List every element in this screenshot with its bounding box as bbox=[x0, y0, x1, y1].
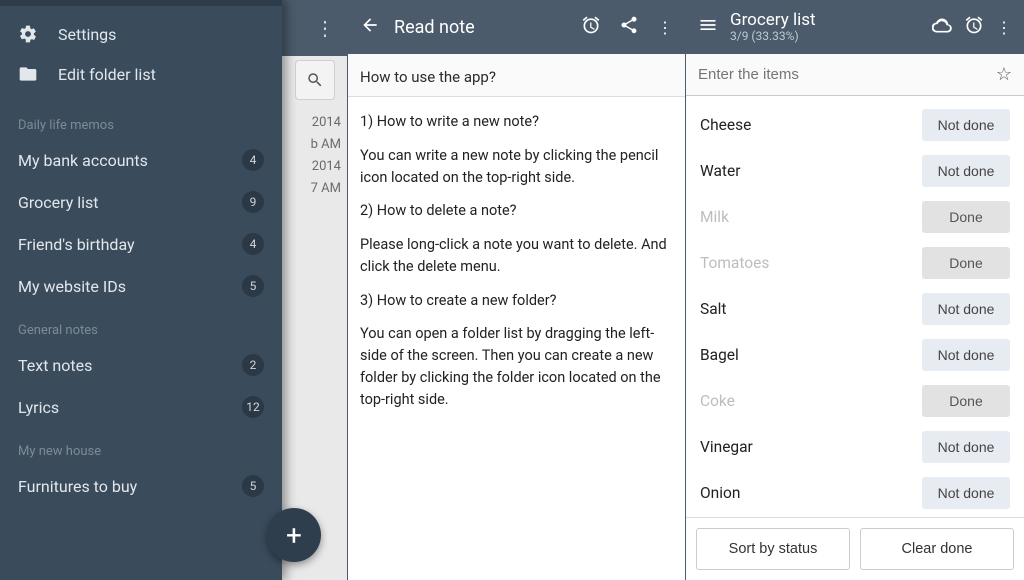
navigation-drawer: Settings Edit folder list Daily life mem… bbox=[0, 0, 282, 580]
status-button[interactable]: Not done bbox=[922, 109, 1010, 141]
overflow-icon[interactable]: ⋮ bbox=[657, 18, 673, 37]
appbar: Grocery list 3/9 (33.33%) ⋮ bbox=[686, 0, 1024, 54]
folder-count-badge: 4 bbox=[242, 233, 264, 255]
alarm-icon[interactable] bbox=[964, 15, 984, 39]
folder-name: Grocery list bbox=[18, 193, 99, 212]
drawer-top: Settings Edit folder list bbox=[0, 6, 282, 102]
folder-icon bbox=[18, 64, 38, 84]
menu-icon[interactable] bbox=[698, 15, 718, 39]
search-icon[interactable] bbox=[295, 60, 335, 100]
add-fab[interactable]: + bbox=[267, 508, 321, 562]
list-item: Water Not done bbox=[696, 148, 1014, 194]
folder-item[interactable]: Lyrics 12 bbox=[0, 386, 282, 428]
back-icon[interactable] bbox=[360, 15, 380, 39]
share-icon[interactable] bbox=[619, 15, 639, 39]
gear-icon bbox=[18, 24, 38, 44]
item-name: Cheese bbox=[700, 116, 751, 134]
status-button[interactable]: Not done bbox=[922, 477, 1010, 509]
screen-read-note: Read note ⋮ How to use the app? 1) How t… bbox=[348, 0, 686, 580]
folder-item[interactable]: Text notes 2 bbox=[0, 344, 282, 386]
sort-button[interactable]: Sort by status bbox=[696, 528, 850, 570]
status-button[interactable]: Not done bbox=[922, 293, 1010, 325]
list-item: Cheese Not done bbox=[696, 102, 1014, 148]
status-button[interactable]: Done bbox=[922, 247, 1010, 279]
clear-button[interactable]: Clear done bbox=[860, 528, 1014, 570]
folder-item[interactable]: Friend's birthday 4 bbox=[0, 223, 282, 265]
section-title: Daily life memos bbox=[0, 102, 282, 139]
drawer-sections: Daily life memos My bank accounts 4 Grocery… bbox=[0, 102, 282, 507]
list-item: Coke Done bbox=[696, 378, 1014, 424]
status-button[interactable]: Not done bbox=[922, 155, 1010, 187]
settings-item[interactable]: Settings bbox=[0, 14, 282, 54]
note-paragraph: You can open a folder list by dragging t… bbox=[360, 323, 673, 410]
folder-count-badge: 12 bbox=[242, 396, 264, 418]
list-item: Bagel Not done bbox=[696, 332, 1014, 378]
plus-icon: + bbox=[286, 519, 302, 552]
note-paragraph: Please long-click a note you want to del… bbox=[360, 234, 673, 278]
note-paragraph: 1) How to write a new note? bbox=[360, 111, 673, 133]
status-button[interactable]: Not done bbox=[922, 339, 1010, 371]
page-title: Grocery list bbox=[730, 11, 920, 29]
folder-name: My website IDs bbox=[18, 277, 126, 296]
screen-drawer: ⋮ 2014 b AM 2014 7 AM Settings Edit fold… bbox=[0, 0, 348, 580]
folder-count-badge: 4 bbox=[242, 149, 264, 171]
note-body: 1) How to write a new note? You can write… bbox=[348, 97, 685, 436]
folder-count-badge: 5 bbox=[242, 275, 264, 297]
list-item: Vinegar Not done bbox=[696, 424, 1014, 470]
settings-label: Settings bbox=[58, 25, 116, 44]
item-name: Tomatoes bbox=[700, 254, 769, 272]
folder-count-badge: 5 bbox=[242, 475, 264, 497]
section-title: My new house bbox=[0, 428, 282, 465]
note-paragraph: You can write a new note by clicking the… bbox=[360, 145, 673, 189]
title-block: Grocery list 3/9 (33.33%) bbox=[730, 11, 920, 43]
list-item: Onion Not done bbox=[696, 470, 1014, 516]
item-name: Milk bbox=[700, 208, 729, 226]
date-peek: 2014 b AM 2014 7 AM bbox=[311, 112, 347, 200]
appbar-icons: ⋮ bbox=[581, 15, 673, 39]
status-button[interactable]: Done bbox=[922, 201, 1010, 233]
star-icon[interactable]: ☆ bbox=[996, 64, 1012, 85]
status-button[interactable]: Done bbox=[922, 385, 1010, 417]
section-title: General notes bbox=[0, 307, 282, 344]
screen-grocery: Grocery list 3/9 (33.33%) ⋮ ☆ Cheese Not … bbox=[686, 0, 1024, 580]
folder-name: Furnitures to buy bbox=[18, 477, 137, 496]
appbar-behind: ⋮ bbox=[281, 0, 347, 56]
appbar-title: Read note bbox=[394, 17, 567, 38]
folder-count-badge: 9 bbox=[242, 191, 264, 213]
item-name: Water bbox=[700, 162, 740, 180]
folder-count-badge: 2 bbox=[242, 354, 264, 376]
item-input-row: ☆ bbox=[686, 54, 1024, 96]
item-name: Coke bbox=[700, 392, 735, 410]
alarm-icon[interactable] bbox=[581, 15, 601, 39]
page-subtitle: 3/9 (33.33%) bbox=[730, 29, 920, 43]
list-item: Tomatoes Done bbox=[696, 240, 1014, 286]
list-item: Salt Not done bbox=[696, 286, 1014, 332]
folder-name: Friend's birthday bbox=[18, 235, 135, 254]
edit-folder-label: Edit folder list bbox=[58, 65, 156, 84]
edit-folder-item[interactable]: Edit folder list bbox=[0, 54, 282, 94]
folder-item[interactable]: Furnitures to buy 5 bbox=[0, 465, 282, 507]
overflow-icon[interactable]: ⋮ bbox=[996, 18, 1012, 37]
item-name: Bagel bbox=[700, 346, 739, 364]
folder-item[interactable]: My website IDs 5 bbox=[0, 265, 282, 307]
grocery-list: CheeseNot doneWaterNot doneMilkDoneTomat… bbox=[686, 96, 1024, 517]
overflow-icon[interactable]: ⋮ bbox=[315, 16, 335, 40]
cloud-icon[interactable] bbox=[932, 15, 952, 39]
folder-name: My bank accounts bbox=[18, 151, 148, 170]
note-paragraph: 3) How to create a new folder? bbox=[360, 290, 673, 312]
note-title: How to use the app? bbox=[348, 54, 685, 97]
folder-item[interactable]: Grocery list 9 bbox=[0, 181, 282, 223]
item-input[interactable] bbox=[698, 66, 996, 83]
bottom-bar: Sort by status Clear done bbox=[686, 517, 1024, 580]
folder-name: Lyrics bbox=[18, 398, 59, 417]
item-name: Onion bbox=[700, 484, 740, 502]
note-paragraph: 2) How to delete a note? bbox=[360, 200, 673, 222]
appbar: Read note ⋮ bbox=[348, 0, 685, 54]
item-name: Salt bbox=[700, 300, 726, 318]
folder-item[interactable]: My bank accounts 4 bbox=[0, 139, 282, 181]
item-name: Vinegar bbox=[700, 438, 753, 456]
folder-name: Text notes bbox=[18, 356, 92, 375]
status-button[interactable]: Not done bbox=[922, 431, 1010, 463]
list-item: Milk Done bbox=[696, 194, 1014, 240]
